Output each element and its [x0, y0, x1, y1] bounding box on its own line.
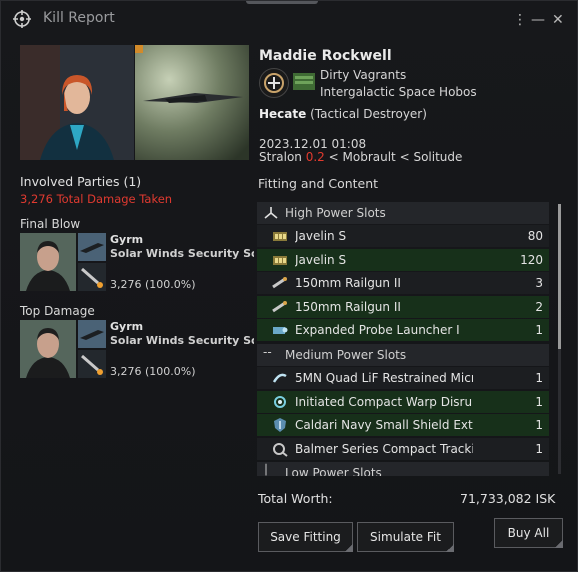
minimize-icon[interactable]: — — [531, 12, 545, 28]
fitting-item-quantity: 1 — [535, 323, 543, 337]
railgun-icon — [272, 299, 288, 315]
ammo-icon — [272, 228, 288, 244]
railgun-icon — [272, 275, 288, 291]
mid-slots-header[interactable]: -- Medium Power Slots — [257, 344, 549, 366]
fitting-item[interactable]: 5MN Quad LiF Restrained Microwarpdrive 1 — [257, 367, 549, 389]
fitting-item-quantity: 120 — [520, 252, 543, 267]
fitting-item-quantity: 80 — [527, 229, 543, 243]
attacker-damage: 3,276 (100.0%) — [110, 278, 196, 291]
fitting-item-name: 5MN Quad LiF Restrained Microwarpdrive — [295, 371, 473, 385]
attacker-weapon-icon[interactable] — [78, 350, 106, 378]
fitting-scrollbar-thumb[interactable] — [558, 204, 561, 349]
involved-parties-title: Involved Parties (1) — [20, 174, 142, 189]
fitting-item-name: Javelin S — [295, 229, 347, 243]
fitting-item[interactable]: Initiated Compact Warp Disruptor 1 — [257, 390, 549, 413]
fitting-item-quantity: 1 — [535, 441, 543, 456]
shield-extender-icon — [272, 417, 288, 433]
fitting-item-quantity: 3 — [535, 276, 543, 290]
attacker-damage: 3,276 (100.0%) — [110, 365, 196, 378]
fitting-item-name: Balmer Series Compact Tracking Disruptor… — [295, 441, 473, 456]
probe-launcher-icon — [272, 322, 288, 338]
fitting-list[interactable]: High Power Slots Javelin S 80 Javelin S 120… — [257, 200, 551, 476]
final-blow-attacker[interactable]: Gyrm Solar Winds Security So 3,276 (100.… — [20, 233, 254, 291]
attacker-portrait[interactable] — [20, 233, 76, 291]
region-link[interactable]: < Solitude — [400, 150, 463, 164]
attacker-ship-icon[interactable] — [78, 233, 106, 261]
victim-name[interactable]: Maddie Rockwell — [259, 48, 392, 64]
save-fitting-button[interactable]: Save Fitting — [258, 522, 353, 552]
fitting-item-quantity: 1 — [535, 418, 543, 432]
alliance-name[interactable]: Intergalactic Space Hobos — [320, 85, 477, 99]
kill-location: Stralon 0.2 < Mobrault < Solitude — [259, 150, 462, 164]
fitting-item[interactable]: 150mm Railgun II 3 — [257, 272, 549, 294]
fitting-item[interactable]: Javelin S 120 — [257, 248, 549, 271]
constellation-link[interactable]: < Mobrault — [329, 150, 396, 164]
victim-portrait[interactable] — [20, 45, 134, 160]
low-slot-icon: ∣ — [263, 462, 269, 476]
fitting-item[interactable]: Expanded Probe Launcher I 1 — [257, 319, 549, 341]
solar-system-link[interactable]: Stralon — [259, 150, 302, 164]
corporation-name[interactable]: Dirty Vagrants — [320, 68, 406, 82]
attacker-name[interactable]: Gyrm — [110, 233, 143, 246]
header-label: High Power Slots — [285, 206, 386, 220]
final-blow-label: Final Blow — [20, 217, 81, 231]
fitting-item-name: 150mm Railgun II — [295, 276, 401, 290]
attacker-name[interactable]: Gyrm — [110, 320, 143, 333]
header-label: Medium Power Slots — [285, 348, 407, 362]
fitting-item-name: Caldari Navy Small Shield Extender — [295, 418, 473, 432]
ship-image[interactable] — [135, 45, 249, 160]
kill-report-window: Kill Report ⋮ — ✕ Maddie Rockwell Dirty … — [0, 0, 578, 572]
attacker-weapon-icon[interactable] — [78, 263, 106, 291]
options-menu-icon[interactable]: ⋮ — [513, 12, 527, 28]
top-damage-label: Top Damage — [20, 304, 95, 318]
fitting-item-quantity: 2 — [535, 299, 543, 314]
window-title: Kill Report — [43, 10, 115, 26]
victim-ship: Hecate (Tactical Destroyer) — [259, 107, 427, 121]
fitting-item[interactable]: Caldari Navy Small Shield Extender 1 — [257, 414, 549, 436]
ship-name[interactable]: Hecate — [259, 107, 306, 121]
kill-datetime: 2023.12.01 01:08 — [259, 137, 367, 151]
attacker-portrait[interactable] — [20, 320, 76, 378]
header-label: Low Power Slots — [285, 466, 382, 476]
close-icon[interactable]: ✕ — [552, 12, 564, 28]
attacker-corporation[interactable]: Solar Winds Security So — [110, 247, 254, 260]
fitting-item-quantity: 1 — [535, 394, 543, 409]
tracking-disruptor-icon — [272, 441, 288, 457]
attacker-ship-icon[interactable] — [78, 320, 106, 348]
fitting-item-quantity: 1 — [535, 371, 543, 385]
simulate-fit-button[interactable]: Simulate Fit — [357, 522, 454, 552]
high-slots-header[interactable]: High Power Slots — [257, 202, 549, 224]
total-damage-taken: 3,276 Total Damage Taken — [20, 192, 173, 206]
fitting-item-name: Expanded Probe Launcher I — [295, 323, 460, 337]
corporation-logo[interactable] — [259, 68, 289, 98]
low-slots-header[interactable]: ∣ Low Power Slots — [257, 462, 549, 476]
fitting-item[interactable]: Javelin S 80 — [257, 225, 549, 247]
top-damage-attacker[interactable]: Gyrm Solar Winds Security So 3,276 (100.… — [20, 320, 254, 378]
fitting-item-name: Javelin S — [295, 252, 347, 267]
high-slot-icon — [264, 207, 278, 219]
kill-report-icon — [13, 10, 31, 28]
alliance-logo[interactable] — [292, 70, 316, 92]
ammo-icon — [272, 252, 288, 268]
title-bar[interactable]: Kill Report ⋮ — ✕ — [1, 1, 577, 39]
warp-disruptor-icon — [272, 394, 288, 410]
total-worth-label: Total Worth: — [258, 491, 333, 506]
attacker-corporation[interactable]: Solar Winds Security So — [110, 334, 254, 347]
mid-slot-icon: -- — [263, 345, 272, 359]
fitting-item[interactable]: 150mm Railgun II 2 — [257, 295, 549, 318]
buy-all-button[interactable]: Buy All — [494, 518, 563, 548]
microwarpdrive-icon — [272, 370, 288, 386]
ship-class: (Tactical Destroyer) — [310, 107, 427, 121]
fitting-item-name: 150mm Railgun II — [295, 299, 401, 314]
fitting-item[interactable]: Balmer Series Compact Tracking Disruptor… — [257, 437, 549, 460]
fitting-item-name: Initiated Compact Warp Disruptor — [295, 394, 473, 409]
fitting-title: Fitting and Content — [258, 176, 379, 191]
total-worth-value: 71,733,082 ISK — [460, 491, 556, 506]
security-status: 0.2 — [305, 150, 325, 164]
